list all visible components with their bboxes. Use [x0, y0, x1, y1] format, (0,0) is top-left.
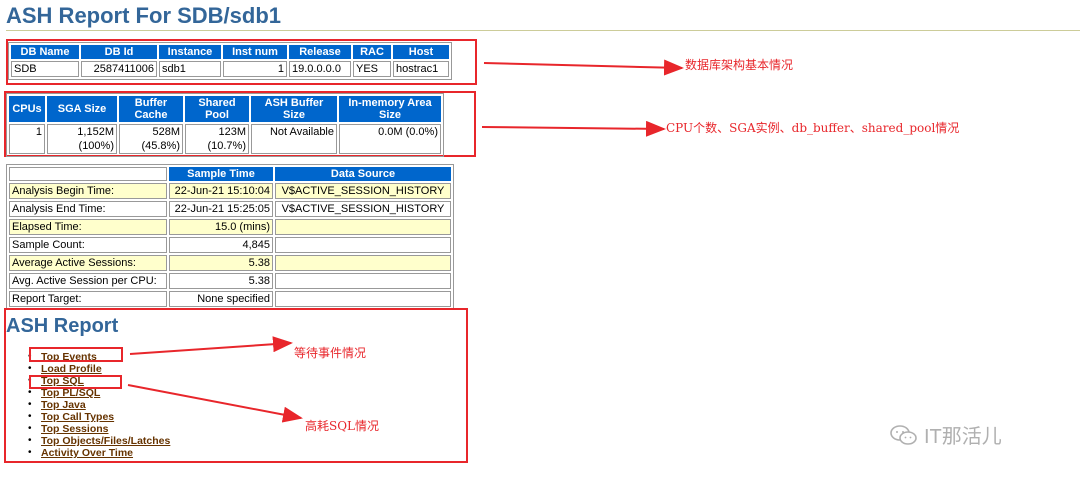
watermark: IT那活儿: [890, 420, 1002, 449]
arrow-events: [129, 336, 293, 355]
arrow-sql: [127, 384, 303, 423]
arrow-cpu-info: [481, 120, 666, 137]
watermark-text: IT那活儿: [924, 426, 1002, 448]
annotation-arrows: [127, 59, 684, 423]
wechat-icon: [890, 424, 917, 445]
arrow-db-info: [483, 59, 684, 76]
